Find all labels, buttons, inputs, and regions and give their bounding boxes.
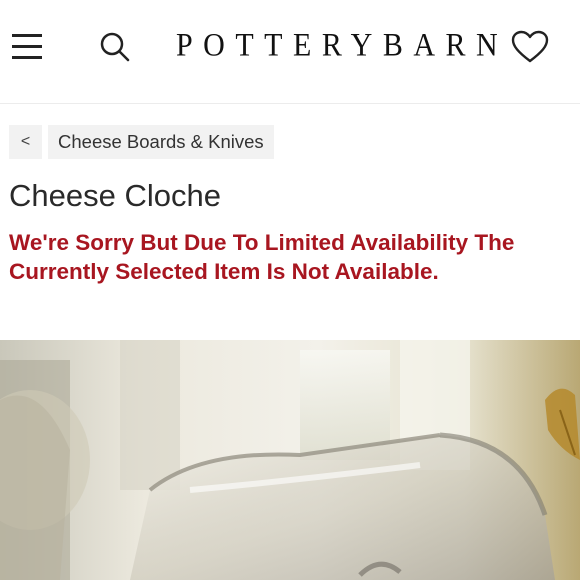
product-title: Cheese Cloche bbox=[9, 178, 221, 213]
heart-icon[interactable] bbox=[510, 29, 550, 65]
breadcrumb-back-button[interactable]: < bbox=[9, 125, 42, 159]
breadcrumb: < Cheese Boards & Knives bbox=[9, 125, 274, 159]
pottery-barn-logo[interactable]: POTTERYBARN bbox=[176, 24, 498, 67]
availability-notice-line1: We're Sorry But Due To Limited Availabil… bbox=[9, 230, 515, 255]
search-icon[interactable] bbox=[98, 30, 132, 64]
hamburger-menu-icon[interactable] bbox=[8, 28, 46, 64]
availability-notice-line2: Currently Selected Item Is Not Available… bbox=[9, 259, 439, 284]
product-photo[interactable] bbox=[0, 340, 580, 580]
site-header: POTTERYBARN bbox=[0, 0, 580, 104]
availability-notice: We're Sorry But Due To Limited Availabil… bbox=[9, 228, 580, 286]
product-photo-illustration bbox=[0, 340, 580, 580]
breadcrumb-category-link[interactable]: Cheese Boards & Knives bbox=[48, 125, 274, 159]
